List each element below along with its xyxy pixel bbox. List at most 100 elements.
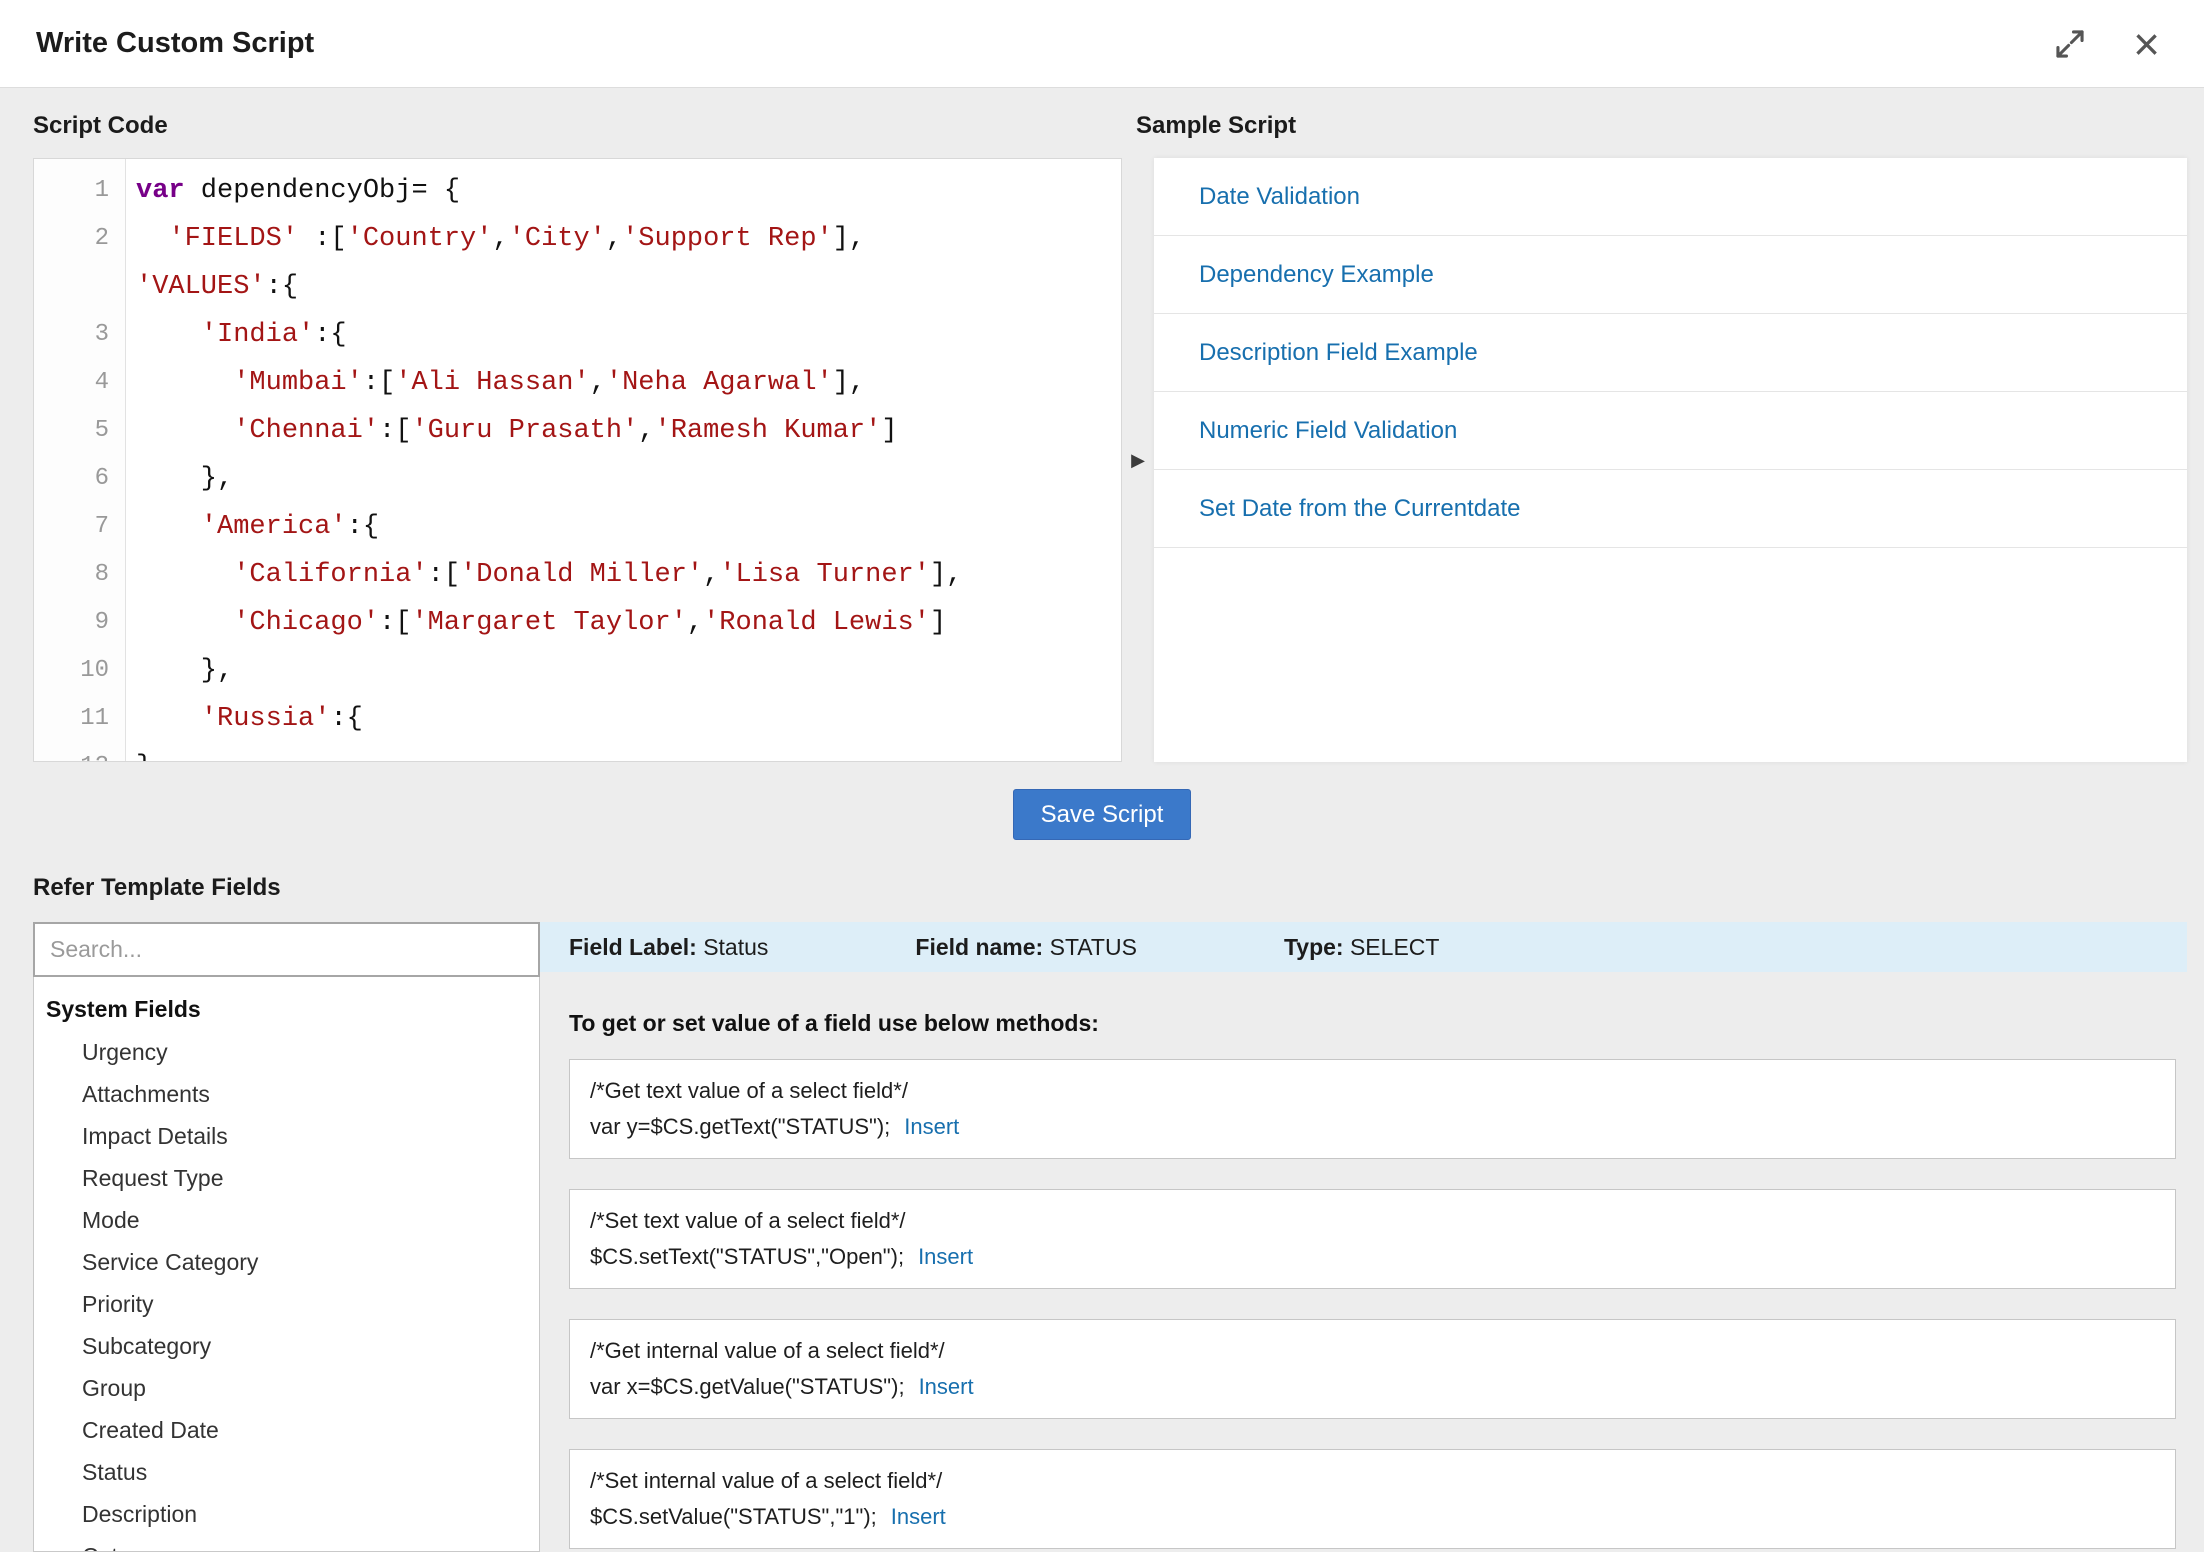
system-fields-label: System Fields [34,987,539,1031]
save-script-button[interactable]: Save Script [1013,789,1192,840]
sample-script-link[interactable]: Numeric Field Validation [1154,392,2187,470]
line-number: 12 [34,743,109,762]
method-code-row: $CS.setText("STATUS","Open"); Insert [590,1239,2155,1275]
field-type-key: Type: [1284,934,1344,960]
insert-link[interactable]: Insert [919,1374,974,1399]
field-item[interactable]: Group [34,1367,539,1409]
refer-template-fields-section: System Fields UrgencyAttachmentsImpact D… [0,922,2204,1552]
code-line: }, [136,743,1121,761]
field-item[interactable]: Mode [34,1199,539,1241]
line-number: 6 [34,455,109,503]
sample-script-link[interactable]: Set Date from the Currentdate [1154,470,2187,548]
refer-template-fields-label: Refer Template Fields [33,874,2204,902]
script-code-label: Script Code [33,112,2187,140]
field-type-pair: Type: SELECT [1284,934,1440,961]
save-row: Save Script [0,789,2204,840]
field-label-pair: Field Label: Status [569,934,768,961]
method-code: var y=$CS.getText("STATUS"); [590,1114,890,1139]
method-box: /*Set text value of a select field*/$CS.… [569,1189,2176,1289]
sample-script-link[interactable]: Dependency Example [1154,236,2187,314]
line-number: 4 [34,359,109,407]
method-box: /*Get text value of a select field*/var … [569,1059,2176,1159]
fields-panel: System Fields UrgencyAttachmentsImpact D… [33,977,540,1552]
panel-labels-row: Script Code Sample Script [0,88,2204,158]
field-item[interactable]: Request Type [34,1157,539,1199]
line-number: 7 [34,503,109,551]
fields-column: System Fields UrgencyAttachmentsImpact D… [33,922,540,1552]
panel-gap: ▶ [1122,158,1154,762]
insert-link[interactable]: Insert [891,1504,946,1529]
line-number: 10 [34,647,109,695]
code-line: 'Russia':{ [136,695,1121,743]
sample-script-link[interactable]: Date Validation [1154,158,2187,236]
field-item[interactable]: Attachments [34,1073,539,1115]
code-line: 'America':{ [136,503,1121,551]
script-code-editor[interactable]: 123456789101112 var dependencyObj= { 'FI… [33,158,1122,762]
method-box: /*Get internal value of a select field*/… [569,1319,2176,1419]
sample-script-list: Date ValidationDependency ExampleDescrip… [1154,158,2187,762]
expand-icon[interactable] [2053,27,2087,61]
method-code-row: var y=$CS.getText("STATUS"); Insert [590,1109,2155,1145]
field-detail-content: To get or set value of a field use below… [540,972,2187,1552]
method-comment: /*Get internal value of a select field*/ [590,1333,2155,1369]
method-comment: /*Set internal value of a select field*/ [590,1463,2155,1499]
method-code: $CS.setValue("STATUS","1"); [590,1504,877,1529]
line-number: 1 [34,167,109,215]
line-number: 8 [34,551,109,599]
line-number [34,263,109,311]
field-name-key: Field name: [915,934,1043,960]
method-comment: /*Get text value of a select field*/ [590,1073,2155,1109]
method-code: $CS.setText("STATUS","Open"); [590,1244,904,1269]
field-item[interactable]: Created Date [34,1409,539,1451]
fields-list: UrgencyAttachmentsImpact DetailsRequest … [34,1031,539,1552]
sample-script-label: Sample Script [1136,112,1296,140]
code-line: 'VALUES':{ [136,263,1121,311]
sample-script-link[interactable]: Description Field Example [1154,314,2187,392]
line-number: 11 [34,695,109,743]
code-line: 'Chicago':['Margaret Taylor','Ronald Lew… [136,599,1121,647]
field-item[interactable]: Category [34,1535,539,1552]
editor-gutter: 123456789101112 [34,159,126,761]
code-line: 'India':{ [136,311,1121,359]
header-icons: × [2053,21,2160,67]
collapse-panel-arrow-icon[interactable]: ▶ [1131,450,1145,471]
code-line: 'FIELDS' :['Country','City','Support Rep… [136,215,1121,263]
field-name-value: STATUS [1050,934,1137,960]
line-number: 2 [34,215,109,263]
close-icon[interactable]: × [2133,21,2160,67]
method-box: /*Set internal value of a select field*/… [569,1449,2176,1549]
field-item[interactable]: Impact Details [34,1115,539,1157]
field-label-value: Status [703,934,768,960]
code-line: }, [136,647,1121,695]
line-number: 3 [34,311,109,359]
write-custom-script-dialog: Write Custom Script × Script Code Sample… [0,0,2204,1552]
field-detail-column: Field Label: Status Field name: STATUS T… [540,922,2187,1552]
code-line: var dependencyObj= { [136,167,1121,215]
line-number: 5 [34,407,109,455]
code-line: 'California':['Donald Miller','Lisa Turn… [136,551,1121,599]
code-line: 'Mumbai':['Ali Hassan','Neha Agarwal'], [136,359,1121,407]
line-number: 9 [34,599,109,647]
insert-link[interactable]: Insert [904,1114,959,1139]
code-line: 'Chennai':['Guru Prasath','Ramesh Kumar'… [136,407,1121,455]
code-line: }, [136,455,1121,503]
field-item[interactable]: Urgency [34,1031,539,1073]
field-item[interactable]: Service Category [34,1241,539,1283]
method-code-row: $CS.setValue("STATUS","1"); Insert [590,1499,2155,1535]
field-item[interactable]: Status [34,1451,539,1493]
field-item[interactable]: Subcategory [34,1325,539,1367]
method-code: var x=$CS.getValue("STATUS"); [590,1374,905,1399]
field-type-value: SELECT [1350,934,1439,960]
method-comment: /*Set text value of a select field*/ [590,1203,2155,1239]
dialog-header: Write Custom Script × [0,0,2204,88]
method-list: /*Get text value of a select field*/var … [569,1059,2176,1549]
methods-intro: To get or set value of a field use below… [569,1010,2176,1037]
search-input[interactable] [33,922,540,977]
field-item[interactable]: Description [34,1493,539,1535]
insert-link[interactable]: Insert [918,1244,973,1269]
field-label-key: Field Label: [569,934,697,960]
field-info-bar: Field Label: Status Field name: STATUS T… [540,922,2187,972]
panels-row: 123456789101112 var dependencyObj= { 'FI… [0,158,2204,762]
field-item[interactable]: Priority [34,1283,539,1325]
editor-code[interactable]: var dependencyObj= { 'FIELDS' :['Country… [126,159,1121,761]
